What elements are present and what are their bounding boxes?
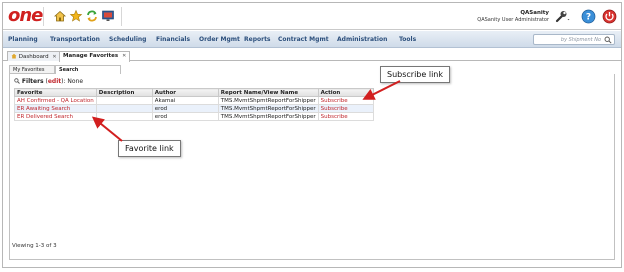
table-row: AH Confirmed - QA Location Akamai TMS.Mv… — [14, 96, 374, 105]
tab-manage-favorites[interactable]: Manage Favorites ✕ — [59, 51, 131, 62]
user-name: QASanity — [520, 10, 549, 16]
main-nav: Planning Transportation Scheduling Finan… — [3, 31, 621, 48]
column-header[interactable]: Report Name/View Name — [217, 88, 319, 97]
column-header[interactable]: Favorite — [14, 88, 97, 97]
favorites-panel: Filters (edit): None Favorite Descriptio… — [9, 74, 615, 260]
nav-reports[interactable]: Reports — [244, 36, 271, 43]
tab-dashboard[interactable]: Dashboard ✕ — [7, 51, 61, 61]
nav-transportation[interactable]: Transportation — [50, 36, 100, 43]
callout-favorite-link: Favorite link — [118, 140, 181, 157]
tab-my-favorites[interactable]: My Favorites — [9, 65, 55, 74]
subscribe-link[interactable]: Subscribe — [317, 112, 374, 121]
monitor-icon[interactable] — [101, 9, 115, 23]
nav-planning[interactable]: Planning — [8, 36, 38, 43]
favorites-table: Favorite Description Author Report Name/… — [14, 88, 374, 121]
nav-financials[interactable]: Financials — [156, 36, 190, 43]
report-cell: TMS.MvmtShpmtReportForShipper — [217, 96, 319, 105]
filters-edit-link[interactable]: edit — [48, 78, 61, 85]
table-row: ER Awaiting Search erod TMS.MvmtShpmtRep… — [14, 104, 374, 113]
favorite-link[interactable]: ER Awaiting Search — [14, 104, 97, 113]
paging-status: Viewing 1-3 of 3 — [12, 243, 57, 249]
filters-value: : None — [63, 78, 84, 85]
shipment-search-input[interactable]: by Shipment No — [533, 34, 615, 45]
table-header: Favorite Description Author Report Name/… — [14, 88, 374, 97]
divider — [121, 7, 122, 26]
callout-subscribe-link: Subscribe link — [380, 66, 450, 83]
search-icon — [14, 78, 20, 84]
author-cell: Akamai — [151, 96, 219, 105]
help-icon[interactable]: ? — [581, 9, 596, 24]
tab-label: Dashboard — [18, 54, 49, 60]
report-cell: TMS.MvmtShpmtReportForShipper — [217, 104, 319, 113]
favorite-link[interactable]: AH Confirmed - QA Location — [14, 96, 97, 105]
filters-label: Filters — [21, 78, 44, 85]
brand-logo[interactable]: one — [8, 6, 43, 26]
description-cell — [95, 112, 153, 121]
tab-label: Search — [59, 67, 79, 73]
power-icon[interactable] — [602, 9, 617, 24]
document-tabs: Dashboard ✕ Manage Favorites ✕ — [3, 50, 621, 62]
star-icon[interactable] — [69, 9, 83, 23]
report-cell: TMS.MvmtShpmtReportForShipper — [217, 112, 319, 121]
subscribe-link[interactable]: Subscribe — [317, 104, 374, 113]
svg-text:?: ? — [586, 13, 591, 23]
user-role: QASanity User Administrator — [477, 17, 549, 23]
author-cell: erod — [151, 112, 219, 121]
home-icon[interactable] — [53, 9, 67, 23]
app-window: one QASanity QASanity User Administrator — [2, 2, 622, 268]
user-info: QASanity QASanity User Administrator — [477, 10, 549, 24]
description-cell — [95, 96, 153, 105]
search-icon[interactable] — [604, 36, 612, 44]
nav-administration[interactable]: Administration — [337, 36, 387, 43]
close-icon[interactable]: ✕ — [52, 54, 56, 60]
home-icon — [11, 53, 17, 59]
subscribe-link[interactable]: Subscribe — [317, 96, 374, 105]
wrench-icon[interactable] — [554, 9, 571, 24]
nav-tools[interactable]: Tools — [399, 36, 416, 43]
nav-contract-mgmt[interactable]: Contract Mgmt — [278, 36, 329, 43]
tab-search[interactable]: Search — [55, 65, 121, 74]
column-header[interactable]: Description — [95, 88, 153, 97]
nav-order-mgmt[interactable]: Order Mgmt — [199, 36, 240, 43]
column-header[interactable]: Author — [151, 88, 219, 97]
divider — [43, 7, 44, 26]
table-row: ER Delivered Search erod TMS.MvmtShpmtRe… — [14, 112, 374, 121]
nav-scheduling[interactable]: Scheduling — [109, 36, 146, 43]
favorite-link[interactable]: ER Delivered Search — [14, 112, 97, 121]
author-cell: erod — [151, 104, 219, 113]
close-icon[interactable]: ✕ — [122, 53, 126, 59]
top-bar: one QASanity QASanity User Administrator — [3, 3, 621, 30]
sub-tabs: My Favorites Search — [9, 65, 615, 74]
tab-label: Manage Favorites — [63, 53, 119, 59]
refresh-icon[interactable] — [85, 9, 99, 23]
column-header[interactable]: Action — [317, 88, 374, 97]
tab-label: My Favorites — [13, 67, 45, 73]
description-cell — [95, 104, 153, 113]
filters-bar: Filters (edit): None — [14, 78, 83, 85]
search-placeholder: by Shipment No — [560, 37, 601, 43]
